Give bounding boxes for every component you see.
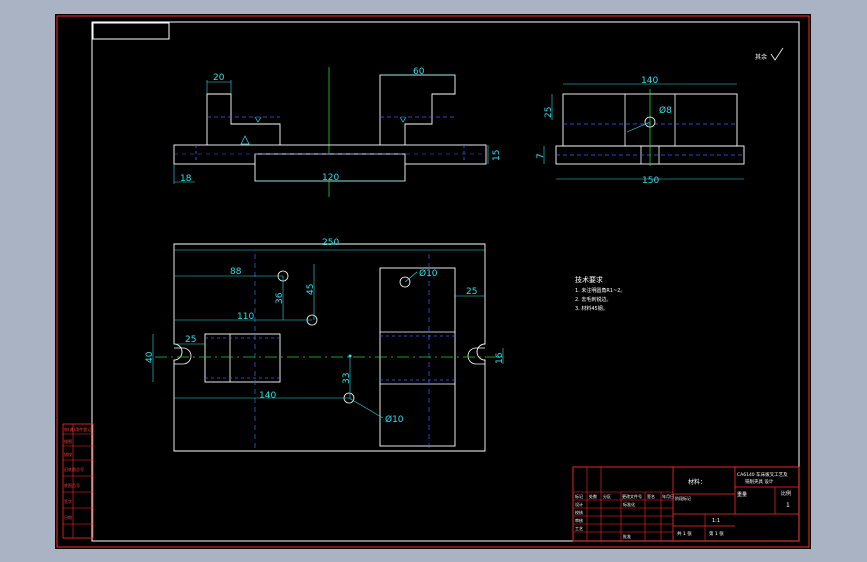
material-label: 材料： [688, 478, 706, 486]
hdr-3: 更改文件号 [622, 493, 642, 499]
hdr-5: 年月日 [662, 493, 674, 499]
roughness-note: 其余 [755, 53, 767, 61]
dim-140-side: 140 [641, 76, 658, 86]
sheet-count: 共 1 张 [677, 530, 692, 537]
plan-view: 250 88 36 45 110 25 40 140 33 25 16 Ø10 … [145, 238, 507, 452]
strip-3: 旧底图总号 [64, 466, 84, 472]
std-label: 标准化 [623, 501, 635, 507]
dim-140-plan: 140 [259, 391, 276, 401]
strip-1: 描图 [64, 438, 72, 444]
drawing-canvas: 借(通)用件登记 描图 描校 旧底图总号 底图总号 签字 日期 其余 20 60… [55, 14, 811, 549]
front-view: 20 60 15 18 120 [173, 67, 502, 197]
dim-25-side: 25 [544, 107, 554, 118]
strip-0: 借(通)用件登记 [64, 426, 91, 432]
tech-title: 技术要求 [575, 275, 603, 284]
tech-line-3: 3. 材料45钢。 [575, 305, 608, 312]
scale-value: 1 [786, 502, 790, 509]
row-0: 设计 [575, 501, 583, 507]
strip-2: 描校 [64, 451, 72, 457]
dim-d10-bottom: Ø10 [385, 414, 404, 425]
dim-36: 36 [275, 292, 285, 304]
sheet-page: 第 1 张 [709, 530, 724, 537]
cad-drawing: 借(通)用件登记 描图 描校 旧底图总号 底图总号 签字 日期 其余 20 60… [56, 15, 810, 548]
dim-40: 40 [145, 351, 155, 363]
hdr-0: 标记 [575, 493, 583, 499]
dim-d10-top: Ø10 [419, 268, 438, 279]
dim-25-right: 25 [466, 287, 477, 297]
dim-88: 88 [230, 267, 242, 277]
hdr-1: 处数 [589, 493, 597, 499]
dim-250: 250 [322, 238, 339, 248]
row-1: 校核 [575, 509, 583, 515]
dim-25-left: 25 [185, 335, 196, 345]
code-box [92, 22, 170, 40]
scale-label: 比例 [781, 490, 791, 497]
hdr-2: 分区 [603, 493, 611, 499]
project-line-2: 铣削夹具 设计 [745, 478, 774, 485]
dim-18: 18 [180, 174, 192, 184]
dim-120: 120 [322, 173, 339, 183]
row-3: 工艺 [575, 526, 583, 531]
roughness-symbol-icon [770, 47, 784, 61]
side-strip: 借(通)用件登记 描图 描校 旧底图总号 底图总号 签字 日期 [62, 423, 94, 539]
dim-33: 33 [342, 373, 352, 384]
hdr-4: 签名 [647, 493, 655, 499]
side-view: Ø8 140 25 7 150 [536, 76, 745, 186]
title-block: 标记 处数 分区 更改文件号 签名 年月日 设计 校核 审核 工艺 标准化 批准… [572, 466, 800, 542]
dim-150: 150 [642, 176, 659, 186]
ratio: 1:1 [712, 518, 720, 524]
strip-6: 日期 [64, 514, 72, 520]
row-2: 审核 [575, 517, 583, 523]
dim-15: 15 [492, 150, 502, 161]
dim-20: 20 [213, 73, 225, 83]
tech-line-1: 1. 未注明圆角R1~2。 [575, 287, 625, 294]
stage-label: 阶段标记 [675, 495, 691, 501]
tech-requirements: 技术要求 1. 未注明圆角R1~2。 2. 去毛刺锐边。 3. 材料45钢。 [575, 275, 625, 312]
strip-4: 底图总号 [64, 482, 80, 488]
dim-60: 60 [413, 67, 425, 77]
tech-line-2: 2. 去毛刺锐边。 [575, 296, 611, 303]
dim-16: 16 [495, 352, 505, 364]
dim-d8: Ø8 [659, 105, 672, 116]
approve-label: 批准 [623, 533, 631, 539]
strip-5: 签字 [64, 498, 72, 504]
dim-110: 110 [237, 312, 254, 322]
weight-label: 重量 [737, 491, 747, 498]
dim-45: 45 [306, 284, 316, 295]
dim-7: 7 [536, 153, 546, 159]
project-line-1: CA6140 车床拨叉工艺及 [737, 471, 788, 478]
inner-frame [91, 21, 800, 542]
